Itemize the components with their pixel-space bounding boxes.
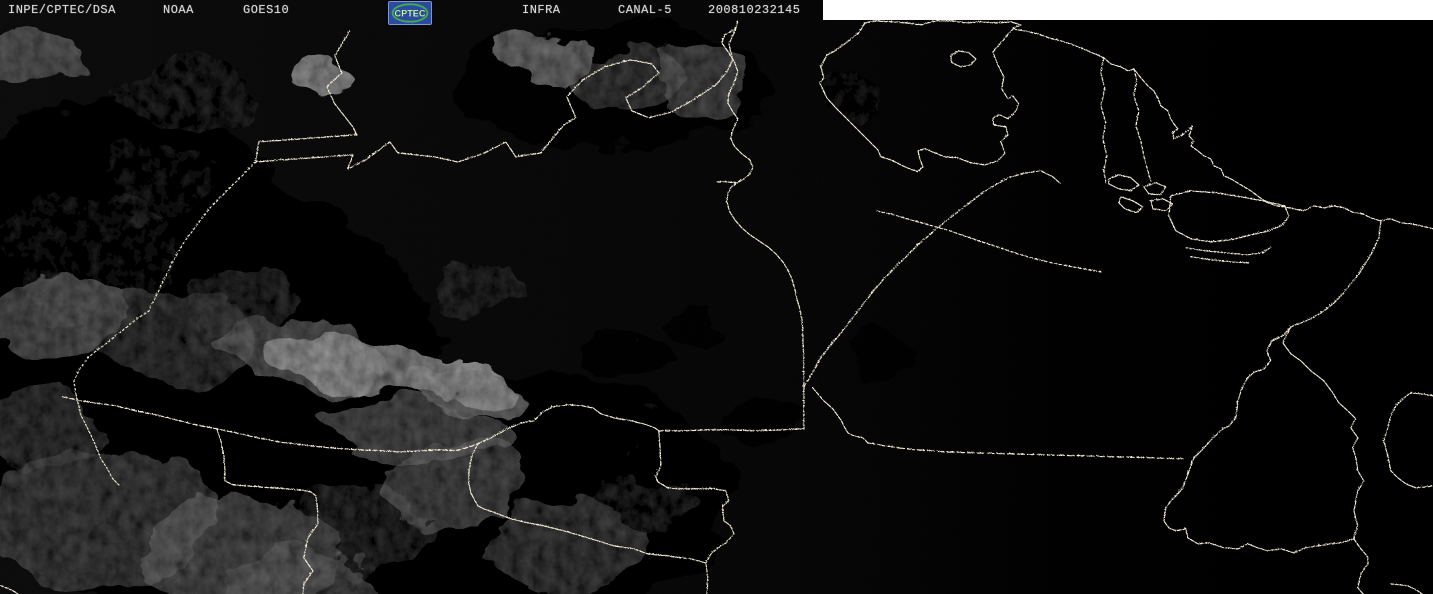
cloud-blob xyxy=(178,270,302,330)
satellite-label: GOES10 xyxy=(243,3,290,17)
timestamp-label: 200810232145 xyxy=(708,3,801,17)
satellite-image-viewport: INPE/CPTEC/DSA NOAA GOES10 INFRA CANAL-5… xyxy=(0,0,1433,594)
agency-label: NOAA xyxy=(163,3,194,17)
cloud-blob xyxy=(855,332,915,372)
cloud-blob xyxy=(666,300,738,344)
logo-text: CPTEC xyxy=(394,9,425,19)
cloud-blob xyxy=(434,262,526,318)
channel-label: CANAL-5 xyxy=(618,3,672,17)
cloud-blob xyxy=(115,65,255,125)
source-label: INPE/CPTEC/DSA xyxy=(8,3,116,17)
band-label: INFRA xyxy=(522,3,561,17)
cloud-blob xyxy=(722,397,802,447)
cloud-blob xyxy=(593,469,697,541)
cloud-blob xyxy=(583,326,667,378)
satellite-map xyxy=(0,0,1433,594)
cptec-logo: CPTEC xyxy=(388,1,432,25)
cptec-logo-graphic: CPTEC xyxy=(389,2,431,24)
cloud-blob xyxy=(822,82,882,118)
cloud-blob xyxy=(296,53,348,97)
white-patch xyxy=(823,0,1433,20)
